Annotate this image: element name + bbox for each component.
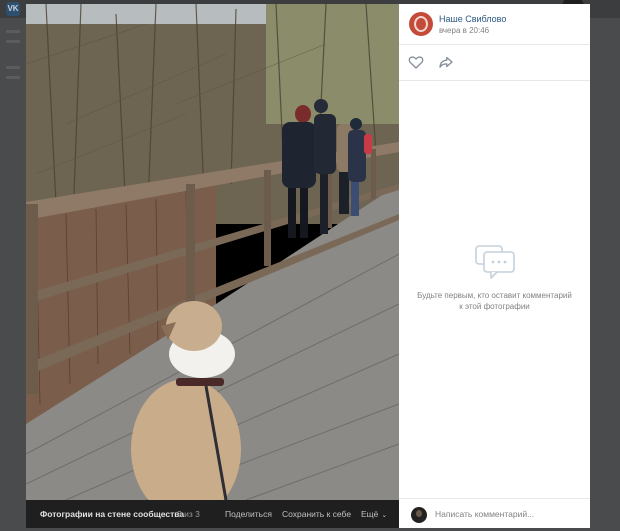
more-button[interactable]: Ещё ⌄ bbox=[361, 509, 387, 519]
comments-panel: Наше Свиблово вчера в 20:46 Будьте первы… bbox=[399, 4, 590, 528]
photo-bottom-bar: Фотографии на стене сообщества 3 из 3 По… bbox=[26, 500, 399, 528]
photo-counter: 3 из 3 bbox=[177, 509, 200, 519]
background-menu-line bbox=[6, 30, 20, 33]
community-logo-icon bbox=[414, 16, 428, 32]
save-to-self-button[interactable]: Сохранить к себе bbox=[282, 509, 351, 519]
post-header: Наше Свиблово вчера в 20:46 bbox=[399, 4, 590, 45]
empty-comments-text: Будьте первым, кто оставит комментарий к… bbox=[417, 291, 572, 311]
post-time[interactable]: вчера в 20:46 bbox=[439, 26, 489, 35]
vk-logo: VK bbox=[6, 2, 20, 16]
background-menu-line bbox=[6, 40, 20, 43]
comment-input[interactable] bbox=[435, 509, 575, 519]
album-title-link[interactable]: Фотографии на стене сообщества bbox=[40, 509, 184, 519]
empty-comments: Будьте первым, кто оставит комментарий к… bbox=[399, 244, 590, 312]
share-button[interactable]: Поделиться bbox=[225, 509, 272, 519]
share-arrow-icon[interactable] bbox=[437, 53, 455, 71]
background-menu-line bbox=[6, 66, 20, 69]
background-menu-line bbox=[6, 76, 20, 79]
author-name-link[interactable]: Наше Свиблово bbox=[439, 14, 506, 24]
heart-icon[interactable] bbox=[407, 53, 425, 71]
chevron-down-icon: ⌄ bbox=[381, 512, 388, 519]
photo-viewer: Фотографии на стене сообщества 3 из 3 По… bbox=[26, 4, 590, 528]
actions-bar bbox=[399, 44, 590, 81]
comment-bar bbox=[399, 498, 590, 529]
photo-image bbox=[26, 4, 399, 500]
author-avatar[interactable] bbox=[409, 12, 433, 36]
comment-bubbles-icon bbox=[474, 245, 515, 279]
more-label: Ещё bbox=[361, 509, 379, 519]
my-avatar bbox=[411, 507, 427, 523]
photo[interactable] bbox=[26, 4, 399, 500]
